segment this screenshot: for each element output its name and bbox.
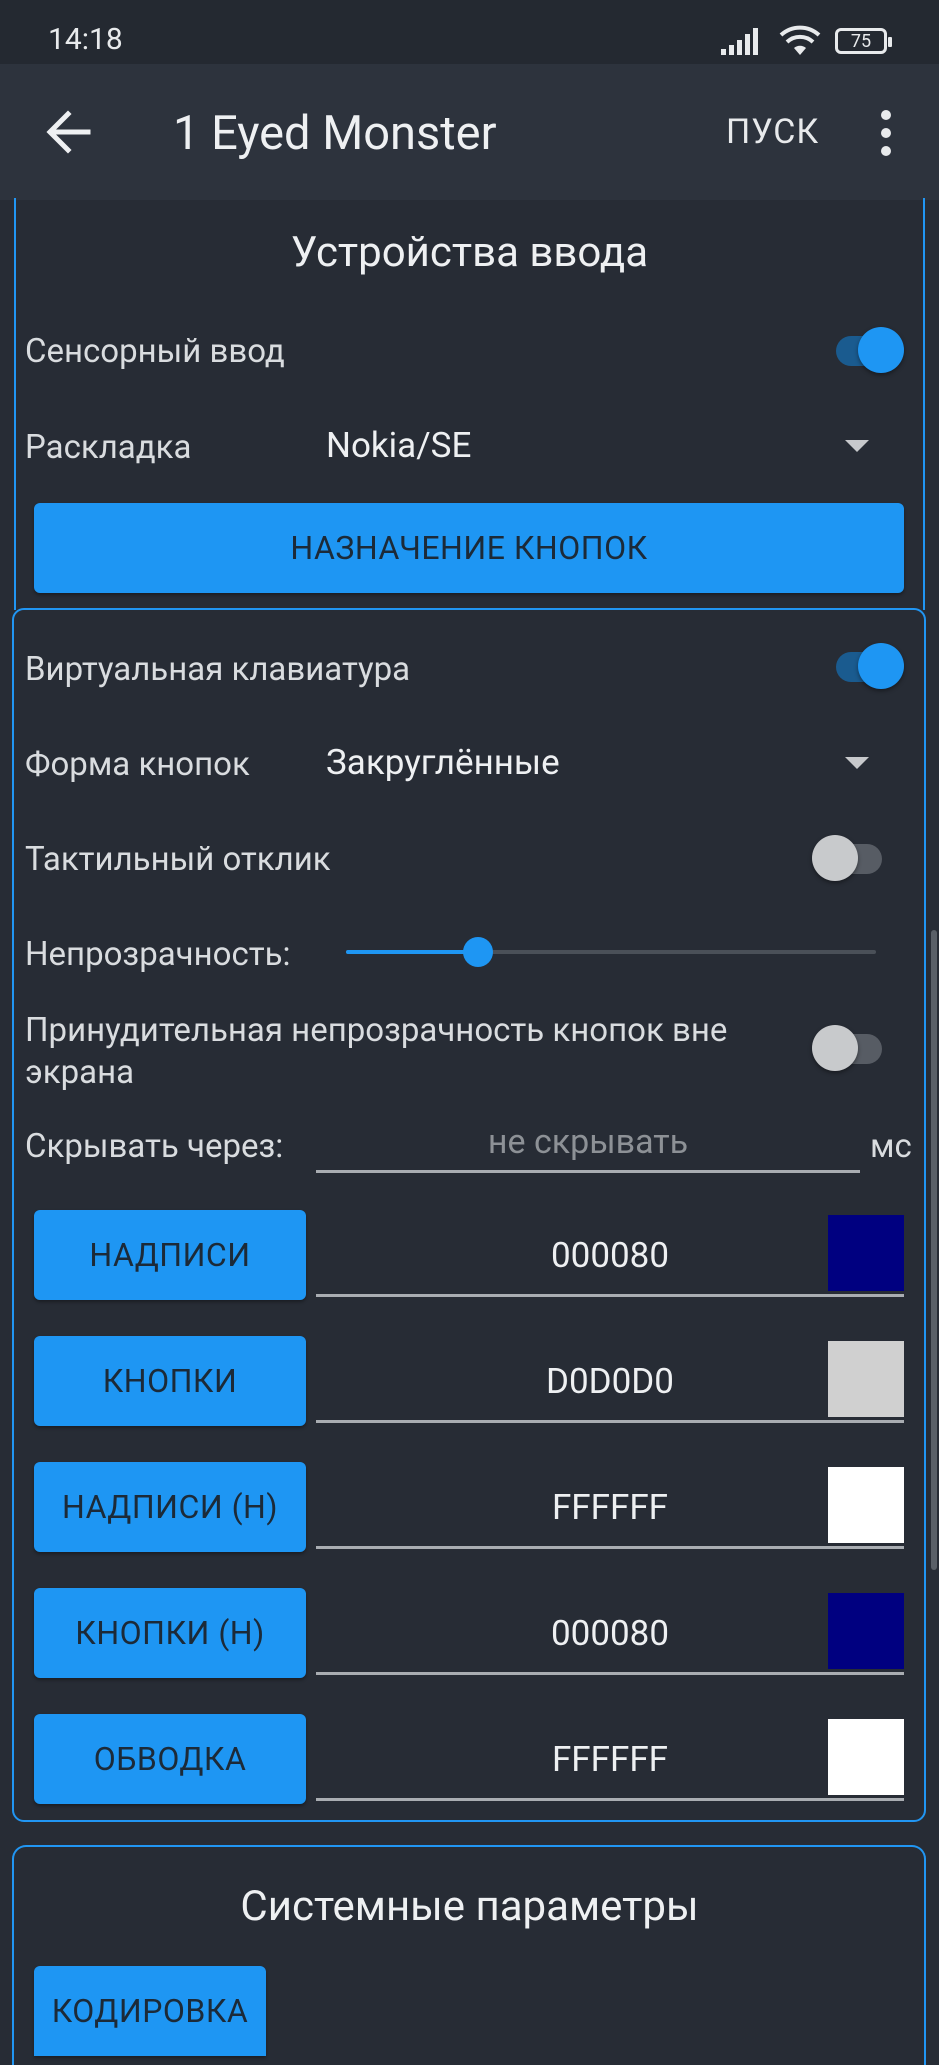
- status-time: 14:18: [48, 22, 123, 57]
- opacity-label: Непрозрачность:: [25, 935, 291, 974]
- haptic-feedback-toggle[interactable]: [812, 828, 888, 888]
- touch-input-label: Сенсорный ввод: [25, 332, 285, 371]
- signal-icon: [721, 28, 758, 55]
- opacity-slider-thumb[interactable]: [463, 937, 493, 967]
- force-opacity-toggle[interactable]: [812, 1018, 888, 1078]
- input-devices-title: Устройства ввода: [290, 228, 649, 277]
- outline-color-swatch[interactable]: [828, 1719, 904, 1795]
- force-opacity-label-line1: Принудительная непрозрачность кнопок вне: [25, 1011, 728, 1050]
- hide-after-placeholder: не скрывать: [487, 1122, 689, 1162]
- text-color-hex-input[interactable]: 000080: [316, 1228, 904, 1297]
- pressed-buttons-color-hex-input[interactable]: 000080: [316, 1606, 904, 1675]
- pressed-buttons-color-swatch[interactable]: [828, 1593, 904, 1669]
- haptic-feedback-label: Тактильный отклик: [25, 840, 331, 879]
- buttons-color-swatch[interactable]: [828, 1341, 904, 1417]
- layout-label: Раскладка: [25, 428, 192, 467]
- outline-color-button[interactable]: ОБВОДКА: [34, 1714, 306, 1804]
- opacity-slider-fill: [346, 950, 478, 954]
- text-color-button[interactable]: НАДПИСИ: [34, 1210, 306, 1300]
- battery-level: 75: [850, 30, 872, 52]
- buttons-color-hex-input[interactable]: D0D0D0: [316, 1354, 904, 1423]
- outline-color-hex-input[interactable]: FFFFFF: [316, 1732, 904, 1801]
- more-options-icon[interactable]: [872, 110, 900, 156]
- force-opacity-label: Принудительная непрозрачность кнопок вне…: [25, 1010, 727, 1094]
- text-color-swatch[interactable]: [828, 1215, 904, 1291]
- pressed-buttons-color-button[interactable]: КНОПКИ (Н): [34, 1588, 306, 1678]
- hide-after-input[interactable]: не скрывать: [316, 1120, 860, 1173]
- buttons-color-button[interactable]: КНОПКИ: [34, 1336, 306, 1426]
- battery-icon: 75: [835, 28, 892, 54]
- back-arrow-icon[interactable]: [44, 104, 92, 160]
- hide-after-unit: мс: [870, 1127, 912, 1166]
- hide-after-label: Скрывать через:: [25, 1127, 284, 1166]
- system-icons: 75: [721, 24, 892, 58]
- virtual-keyboard-label: Виртуальная клавиатура: [25, 650, 411, 689]
- layout-dropdown-value[interactable]: Nokia/SE: [326, 425, 471, 466]
- assign-buttons-button[interactable]: НАЗНАЧЕНИЕ КНОПОК: [34, 503, 904, 593]
- button-shape-dropdown-icon[interactable]: [845, 757, 869, 769]
- pressed-text-color-swatch[interactable]: [828, 1467, 904, 1543]
- virtual-keyboard-toggle[interactable]: [828, 636, 904, 696]
- system-params-title: Системные параметры: [240, 1882, 699, 1931]
- scrollbar[interactable]: [931, 930, 937, 1570]
- pressed-text-color-button[interactable]: НАДПИСИ (Н): [34, 1462, 306, 1552]
- app-title: 1 Eyed Monster: [173, 106, 497, 161]
- start-button[interactable]: ПУСК: [726, 112, 819, 152]
- layout-dropdown-icon[interactable]: [845, 440, 869, 452]
- touch-input-toggle[interactable]: [828, 320, 904, 380]
- button-shape-dropdown-value[interactable]: Закруглённые: [326, 742, 560, 783]
- encoding-button[interactable]: КОДИРОВКА: [34, 1966, 266, 2056]
- pressed-text-color-hex-input[interactable]: FFFFFF: [316, 1480, 904, 1549]
- force-opacity-label-line2: экрана: [25, 1053, 135, 1092]
- button-shape-label: Форма кнопок: [25, 745, 250, 784]
- wifi-icon: [779, 25, 821, 55]
